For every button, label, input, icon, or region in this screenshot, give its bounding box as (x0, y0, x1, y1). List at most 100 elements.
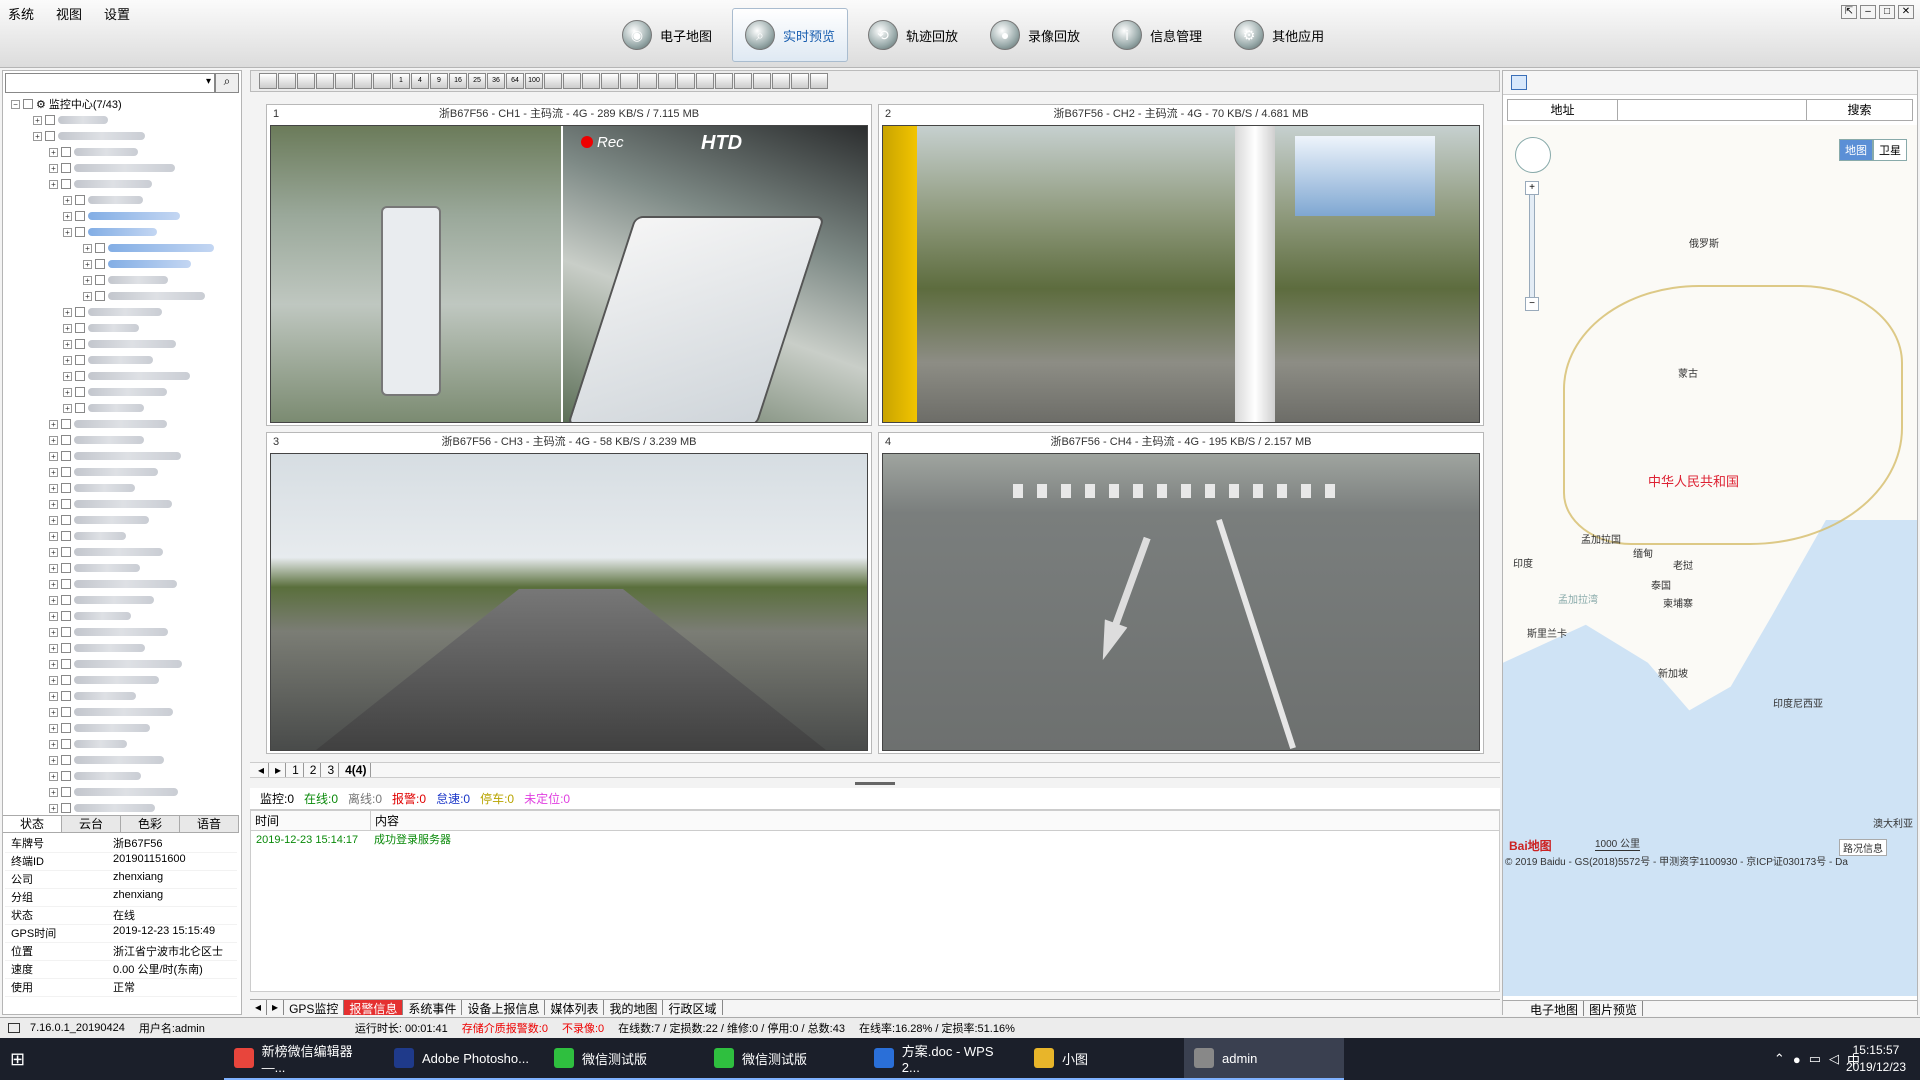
tree-node[interactable]: + (49, 561, 140, 575)
bottom-tab[interactable]: 我的地图 (604, 1000, 664, 1016)
tree-checkbox[interactable] (95, 275, 105, 285)
save-icon[interactable] (1511, 75, 1527, 90)
tree-node[interactable]: + (49, 657, 182, 671)
tree-checkbox[interactable] (75, 371, 85, 381)
tree-checkbox[interactable] (61, 707, 71, 717)
tree-checkbox[interactable] (61, 531, 71, 541)
tree-checkbox[interactable] (61, 563, 71, 573)
tree-node[interactable]: + (49, 721, 150, 735)
expand-icon[interactable]: + (63, 195, 72, 205)
video-tool-button[interactable] (373, 73, 391, 89)
expand-icon[interactable]: + (49, 595, 58, 605)
tree-node[interactable]: + (63, 353, 153, 367)
tree-checkbox[interactable] (45, 115, 55, 125)
expand-icon[interactable]: + (33, 131, 42, 141)
next-tab-icon[interactable]: ▸ (267, 1000, 285, 1015)
tree-node[interactable]: + (49, 433, 144, 447)
bottom-tab[interactable]: 报警信息 (344, 1000, 404, 1016)
module-map[interactable]: ◉ 电子地图 (610, 8, 724, 62)
tree-node[interactable]: + (63, 209, 180, 223)
map-search-button[interactable]: 搜索 (1807, 100, 1912, 120)
taskbar-app[interactable]: admin (1184, 1038, 1344, 1080)
video-tool-button[interactable]: 100 (525, 73, 543, 89)
video-tile-2[interactable]: 2 浙B67F56 - CH2 - 主码流 - 4G - 70 KB/S / 4.… (878, 104, 1484, 426)
tree-checkbox[interactable] (95, 291, 105, 301)
expand-icon[interactable]: + (49, 499, 58, 509)
tree-checkbox[interactable] (61, 595, 71, 605)
taskbar-app[interactable]: 微信测试版 (704, 1038, 864, 1080)
expand-icon[interactable]: + (49, 771, 58, 781)
menu-settings[interactable]: 设置 (104, 4, 130, 23)
module-info-manage[interactable]: i 信息管理 (1100, 8, 1214, 62)
next-page-icon[interactable]: ▸ (271, 763, 287, 777)
page-tab-1[interactable]: 1 (288, 763, 304, 777)
expand-icon[interactable]: + (49, 563, 58, 573)
start-button[interactable]: ⊞ (0, 1038, 48, 1080)
tree-checkbox[interactable] (61, 675, 71, 685)
tree-node[interactable]: + (63, 385, 167, 399)
tree-node[interactable]: + (49, 641, 145, 655)
tree-node[interactable]: + (49, 769, 141, 783)
video-tool-button[interactable]: 64 (506, 73, 524, 89)
module-live-preview[interactable]: ⌕ 实时预览 (732, 8, 849, 62)
tree-checkbox[interactable] (75, 227, 85, 237)
tab-ptz[interactable]: 云台 (62, 816, 121, 832)
expand-icon[interactable]: + (49, 611, 58, 621)
expand-icon[interactable]: + (49, 627, 58, 637)
tree-checkbox[interactable] (61, 755, 71, 765)
menu-view[interactable]: 视图 (56, 4, 82, 23)
video-tool-button[interactable] (772, 73, 790, 89)
minimize-button[interactable]: ‒ (1860, 5, 1876, 19)
tree-node[interactable]: + (49, 465, 158, 479)
expand-icon[interactable]: + (49, 531, 58, 541)
tree-node[interactable]: + (49, 801, 155, 813)
expand-icon[interactable]: + (63, 355, 72, 365)
expand-icon[interactable]: + (63, 371, 72, 381)
tree-node[interactable]: + (49, 513, 149, 527)
tree-node[interactable]: + (49, 785, 178, 799)
tree-node[interactable]: + (83, 289, 205, 303)
expand-icon[interactable]: + (49, 179, 58, 189)
tree-node[interactable]: + (49, 145, 138, 159)
device-search-input[interactable] (5, 73, 215, 93)
zoom-out-button[interactable]: − (1525, 297, 1539, 311)
tree-checkbox[interactable] (75, 195, 85, 205)
video-tile-1[interactable]: 1 浙B67F56 - CH1 - 主码流 - 4G - 289 KB/S / 7… (266, 104, 872, 426)
tree-checkbox[interactable] (61, 547, 71, 557)
log-col-time[interactable]: 时间 (251, 811, 371, 830)
panel-toggle-icon[interactable] (8, 1023, 20, 1033)
tree-checkbox[interactable] (23, 99, 33, 109)
tree-checkbox[interactable] (61, 435, 71, 445)
tree-root[interactable]: − ⚙ 监控中心(7/43) (11, 97, 122, 111)
video-tool-button[interactable] (354, 73, 372, 89)
video-tool-button[interactable] (658, 73, 676, 89)
expand-icon[interactable]: + (49, 739, 58, 749)
map-type-satellite[interactable]: 卫星 (1873, 139, 1907, 161)
taskbar-app[interactable]: Adobe Photosho... (384, 1038, 544, 1080)
menu-system[interactable]: 系统 (8, 4, 34, 23)
tree-checkbox[interactable] (61, 611, 71, 621)
tree-node[interactable]: + (63, 193, 143, 207)
bottom-tab[interactable]: 媒体列表 (545, 1000, 605, 1016)
expand-icon[interactable]: + (49, 707, 58, 717)
page-tab-2[interactable]: 2 (306, 763, 322, 777)
expand-icon[interactable]: + (49, 435, 58, 445)
tree-node[interactable]: + (49, 689, 136, 703)
tree-node[interactable]: + (49, 417, 167, 431)
expand-icon[interactable]: + (49, 675, 58, 685)
page-tab-3[interactable]: 3 (323, 763, 340, 777)
expand-icon[interactable]: + (49, 691, 58, 701)
close-button[interactable]: ✕ (1898, 5, 1914, 19)
tree-checkbox[interactable] (45, 131, 55, 141)
clock[interactable]: 15:15:57 2019/12/23 (1846, 1042, 1906, 1076)
module-record-playback[interactable]: ● 录像回放 (978, 8, 1092, 62)
tab-image-preview[interactable]: 图片预览 (1584, 1001, 1644, 1017)
tree-checkbox[interactable] (95, 259, 105, 269)
taskbar-app[interactable]: 微信测试版 (544, 1038, 704, 1080)
video-tile-3[interactable]: 3 浙B67F56 - CH3 - 主码流 - 4G - 58 KB/S / 3.… (266, 432, 872, 754)
module-other-apps[interactable]: ⚙ 其他应用 (1222, 8, 1336, 62)
bottom-tab[interactable]: 行政区域 (663, 1000, 723, 1016)
tree-checkbox[interactable] (61, 147, 71, 157)
video-tile-4[interactable]: 4 浙B67F56 - CH4 - 主码流 - 4G - 195 KB/S / 2… (878, 432, 1484, 754)
tree-node[interactable]: + (49, 177, 152, 191)
